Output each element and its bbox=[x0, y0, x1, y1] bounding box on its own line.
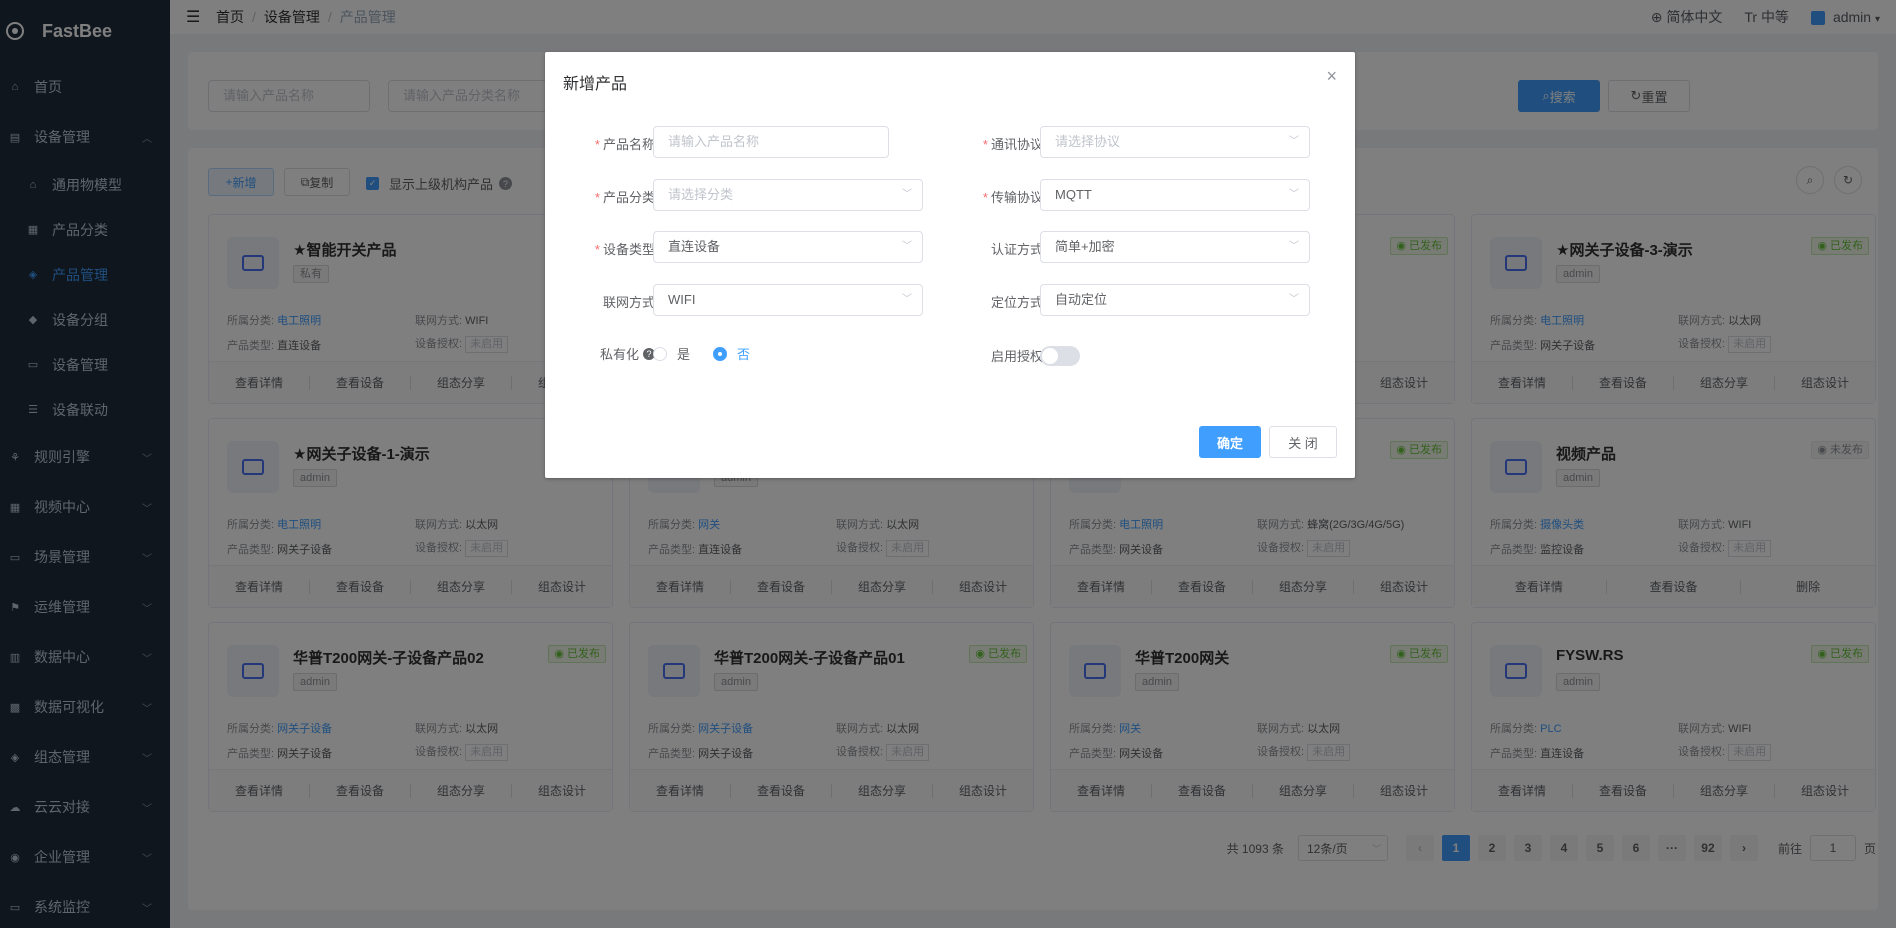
chevron-down-icon: ﹀ bbox=[902, 241, 912, 252]
protocol-placeholder: 请选择协议 bbox=[1055, 134, 1121, 149]
auth-mode-value: 简单+加密 bbox=[1055, 239, 1115, 254]
chevron-down-icon: ﹀ bbox=[902, 294, 912, 305]
close-icon[interactable]: × bbox=[1326, 66, 1337, 87]
private-no-label: 否 bbox=[737, 347, 751, 362]
protocol-label-text: 通讯协议 bbox=[990, 137, 1043, 152]
radio-checked-icon bbox=[713, 346, 727, 361]
chevron-down-icon: ﹀ bbox=[1289, 136, 1299, 147]
auth-mode-label-text: 认证方式 bbox=[990, 242, 1043, 257]
chevron-down-icon: ﹀ bbox=[1289, 189, 1299, 200]
enable-auth-switch[interactable] bbox=[1040, 346, 1080, 366]
chevron-down-icon: ﹀ bbox=[1289, 294, 1299, 305]
network-label: 联网方式 bbox=[575, 292, 655, 311]
auth-mode-label: 认证方式 bbox=[963, 239, 1043, 258]
transport-value: MQTT bbox=[1055, 187, 1092, 202]
device-type-value: 直连设备 bbox=[668, 239, 721, 254]
private-label: 私有化? bbox=[575, 344, 655, 363]
location-label-text: 定位方式 bbox=[990, 295, 1043, 310]
product-name-label-text: 产品名称 bbox=[602, 137, 655, 152]
private-label-text: 私有化 bbox=[599, 347, 639, 362]
location-value: 自动定位 bbox=[1055, 292, 1108, 307]
confirm-button[interactable]: 确定 bbox=[1199, 426, 1261, 458]
location-label: 定位方式 bbox=[963, 292, 1043, 311]
protocol-label: * 通讯协议 bbox=[982, 137, 1043, 152]
network-select[interactable]: WIFI ﹀ bbox=[653, 284, 923, 316]
category-label: * 产品分类 bbox=[594, 190, 655, 205]
device-type-label-text: 设备类型 bbox=[602, 242, 655, 257]
transport-label-text: 传输协议 bbox=[990, 190, 1043, 205]
dialog-title: 新增产品 bbox=[563, 76, 628, 93]
network-label-text: 联网方式 bbox=[602, 295, 655, 310]
transport-select[interactable]: MQTT ﹀ bbox=[1040, 179, 1310, 211]
network-value: WIFI bbox=[668, 292, 696, 307]
product-name-input[interactable]: 请输入产品名称 bbox=[653, 126, 889, 158]
chevron-down-icon: ﹀ bbox=[1289, 241, 1299, 252]
category-placeholder: 请选择分类 bbox=[668, 187, 734, 202]
category-select[interactable]: 请选择分类 ﹀ bbox=[653, 179, 923, 211]
location-select[interactable]: 自动定位 ﹀ bbox=[1040, 284, 1310, 316]
chevron-down-icon: ﹀ bbox=[902, 189, 912, 200]
transport-label: * 传输协议 bbox=[982, 190, 1043, 205]
enable-auth-label: 启用授权 bbox=[963, 346, 1043, 365]
private-yes-label: 是 bbox=[677, 347, 691, 362]
close-button[interactable]: 关 闭 bbox=[1269, 426, 1337, 458]
radio-unchecked-icon bbox=[653, 346, 667, 361]
add-product-dialog: 新增产品 × * 产品名称 请输入产品名称 * 通讯协议 请选择协议 ﹀ * 产品分类 … bbox=[545, 52, 1355, 478]
private-yes-radio[interactable]: 是 bbox=[653, 344, 690, 363]
auth-mode-select[interactable]: 简单+加密 ﹀ bbox=[1040, 231, 1310, 263]
device-type-select[interactable]: 直连设备 ﹀ bbox=[653, 231, 923, 263]
product-name-label: * 产品名称 bbox=[594, 137, 655, 152]
device-type-label: * 设备类型 bbox=[594, 242, 655, 257]
enable-auth-label-text: 启用授权 bbox=[990, 349, 1043, 364]
category-label-text: 产品分类 bbox=[602, 190, 655, 205]
private-no-radio[interactable]: 否 bbox=[713, 344, 750, 363]
protocol-select[interactable]: 请选择协议 ﹀ bbox=[1040, 126, 1310, 158]
